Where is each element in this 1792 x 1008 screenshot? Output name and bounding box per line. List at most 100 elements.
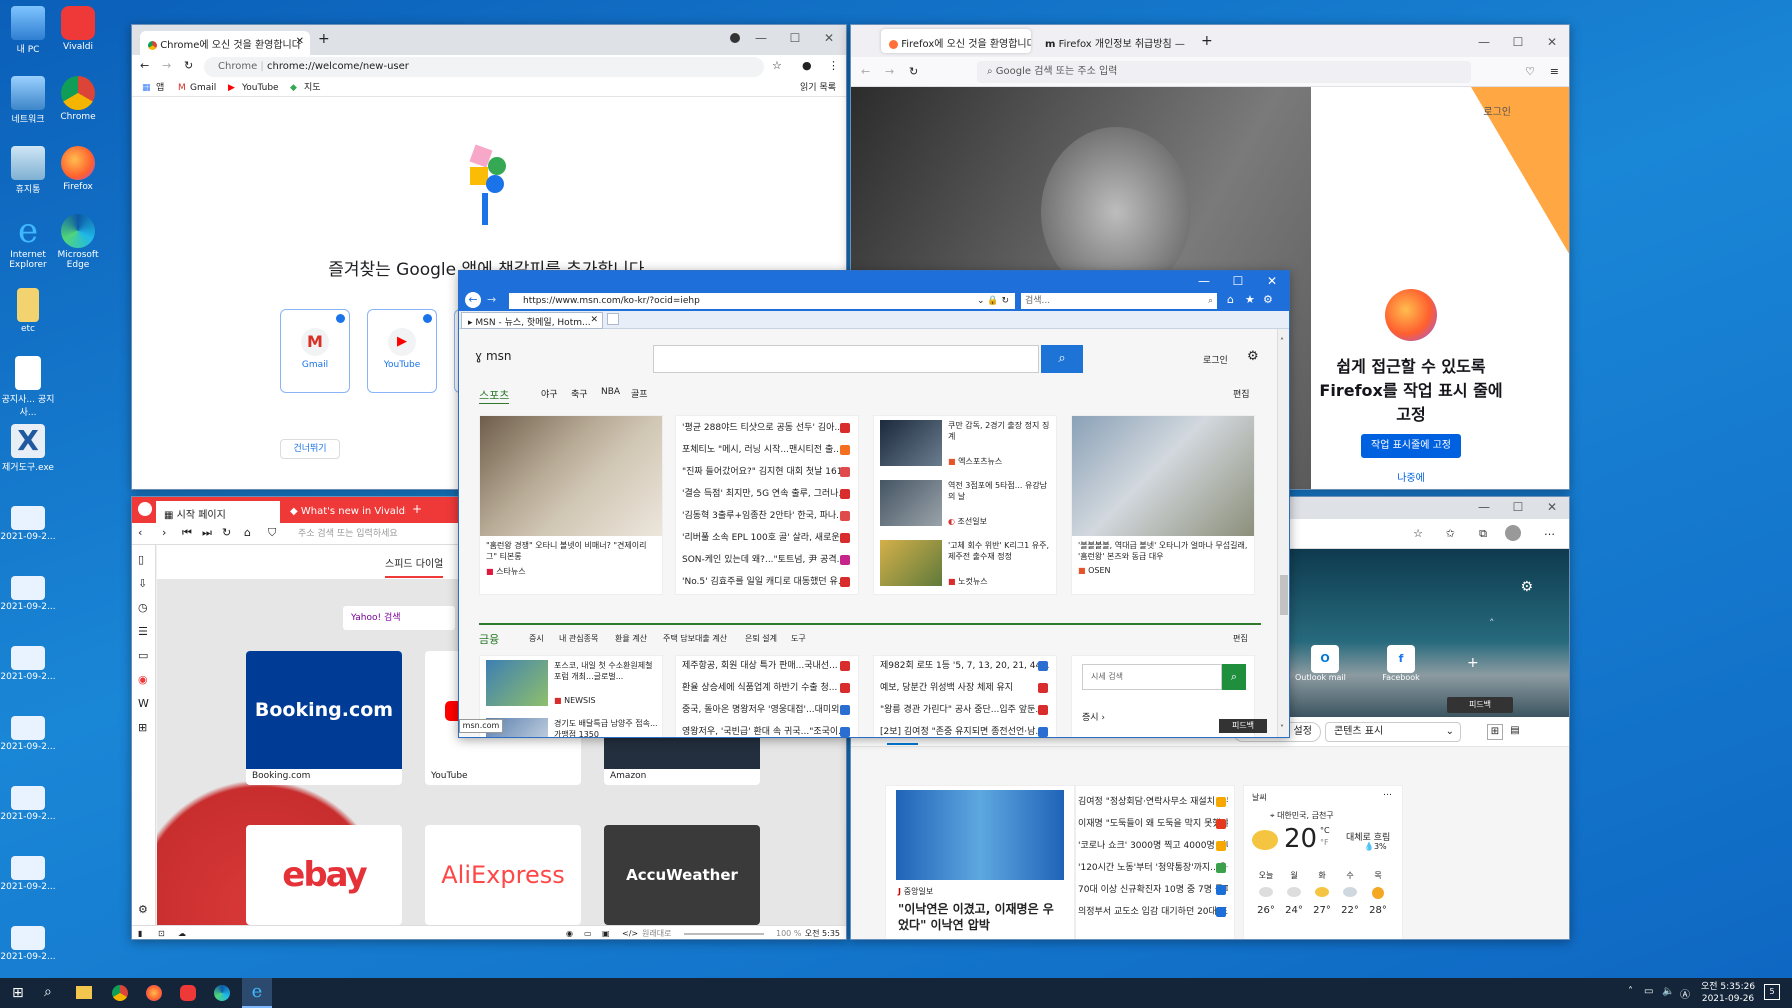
search-icon[interactable]: ⌕	[1208, 293, 1213, 309]
news-row[interactable]: '리버풀 소속 EPL 100호 골' 살라, 새로운...	[682, 528, 852, 549]
forward-arrow-icon[interactable]: →	[885, 65, 894, 78]
add-shortcut-icon[interactable]: +	[1467, 655, 1479, 671]
desktop-icon-etc[interactable]: etc	[0, 288, 56, 334]
desktop-icon-remover[interactable]: X 제거도구.exe	[0, 424, 56, 473]
news-title[interactable]: '고체 회수 위반' K리그1 유주, 제주전 출수재 정정	[948, 540, 1052, 562]
forward-arrow-icon[interactable]: ›	[162, 526, 166, 539]
scrollbar-thumb[interactable]	[1280, 575, 1288, 615]
minimize-button[interactable]: —	[1467, 29, 1501, 55]
desktop-icon-edge[interactable]: Microsoft Edge	[50, 214, 106, 270]
news-title[interactable]: 역전 3점포에 5타점... 유강남의 날	[948, 480, 1052, 502]
new-tab-button[interactable]: +	[412, 502, 422, 516]
vivaldi-panel-icon[interactable]: ◉	[138, 673, 148, 686]
desktop-icon-screenshot[interactable]: 2021-09-2...	[0, 856, 56, 892]
more-icon[interactable]: …	[1544, 525, 1555, 538]
sports-link[interactable]: 축구	[571, 387, 588, 400]
sports-link[interactable]: 야구	[541, 387, 558, 400]
edit-link[interactable]: 편집	[1233, 633, 1248, 644]
bookmark-youtube[interactable]: YouTube	[242, 79, 279, 97]
desktop-icon-screenshot[interactable]: 2021-09-2...	[0, 716, 56, 752]
forward-arrow-icon[interactable]: →	[487, 293, 496, 306]
bookmarks-icon[interactable]: ▯	[138, 553, 144, 566]
sports-card-2[interactable]: '볼볼볼볼, 역대급 볼넷' 오타니가 얼마나 무섭길래, '홈런왕' 본즈와 …	[1071, 415, 1255, 595]
news-row[interactable]: "진짜 들어갔어요?" 김지현 대회 첫날 161...	[682, 462, 852, 483]
reload-icon[interactable]: ↻	[222, 526, 231, 539]
chrome-tab-welcome[interactable]: Chrome에 오신 것을 환영합니다 ✕	[140, 31, 310, 55]
edit-link[interactable]: 편집	[1233, 387, 1250, 400]
pocket-icon[interactable]: ♡	[1525, 65, 1535, 78]
grid-view-icon[interactable]: ⊞	[1487, 724, 1503, 740]
maximize-button[interactable]: ☐	[1501, 29, 1535, 55]
close-tab-icon[interactable]: ✕	[296, 36, 304, 47]
ie-address-bar[interactable]: https://www.msn.com/ko-kr/?ocid=iehp ⌄ 🔒…	[509, 293, 1015, 309]
app-card-gmail[interactable]: M Gmail	[280, 309, 350, 393]
back-arrow-icon[interactable]: ‹	[138, 526, 142, 539]
close-button[interactable]: ✕	[812, 25, 846, 51]
settings-icon[interactable]: ⚙	[1520, 579, 1533, 595]
rewind-icon[interactable]: ⏮	[182, 526, 192, 540]
zoom-reset[interactable]: 원래대로	[642, 926, 671, 939]
ie-scrollbar[interactable]: ˄ ˅	[1277, 329, 1289, 737]
speed-dial-tab[interactable]: 스피드 다이얼	[385, 555, 444, 578]
close-tab-icon[interactable]: ✕	[590, 315, 598, 325]
news-row[interactable]: 중국, 돌아온 명왕저우 '영웅대접'...대미외...	[682, 700, 852, 721]
vivaldi-tab-start[interactable]: ▦ 시작 페이지	[156, 501, 280, 523]
news-row[interactable]: 포체티노 "메시, 러닝 시작...맨시티전 출...	[682, 440, 852, 461]
profile-status-icon[interactable]	[730, 33, 740, 43]
quote-search-input[interactable]: 시세 검색	[1082, 664, 1222, 690]
sports-link[interactable]: 골프	[631, 387, 648, 400]
msn-login[interactable]: 로그인	[1203, 353, 1228, 366]
desktop-icon-screenshot[interactable]: 2021-09-2...	[0, 576, 56, 612]
camera-icon[interactable]: ◉	[566, 926, 573, 939]
speed-dial-accuweather[interactable]: AccuWeather	[604, 825, 760, 925]
tiling-icon[interactable]: ⊡	[158, 926, 165, 939]
zoom-slider[interactable]	[684, 933, 764, 935]
sports-card-1[interactable]: "홈런왕 경쟁" 오타니 볼넷이 비매너? "견제이리그" 티본롱 ■ 스타뉴스	[479, 415, 663, 595]
vivaldi-tab-whats-new[interactable]: ◆ What's new in Vivaldi | Viva	[282, 501, 406, 523]
favorites-star-icon[interactable]: ★	[1245, 293, 1255, 306]
news-row[interactable]: '평균 288야드 티샷으로 공동 선두' 김아...	[682, 418, 852, 439]
news-row[interactable]: '결승 득점' 최지만, 5G 연속 출루, 그러나...	[682, 484, 852, 505]
new-tab-button[interactable]: +	[318, 31, 330, 47]
stocks-link[interactable]: 증시 ›	[1082, 710, 1105, 723]
more-icon[interactable]: …	[1383, 788, 1392, 798]
apps-grid-icon[interactable]: ▦	[142, 79, 151, 97]
finance-link[interactable]: 은퇴 설계	[745, 633, 777, 644]
desktop-icon-network[interactable]: 네트워크	[0, 76, 56, 125]
finance-link[interactable]: 도구	[791, 633, 806, 644]
collections-icon[interactable]: ⧉	[1479, 527, 1487, 541]
downloads-icon[interactable]: ⇩	[138, 577, 147, 590]
notification-icon[interactable]: 5	[1764, 984, 1780, 1000]
msn-search-input[interactable]	[653, 345, 1039, 373]
desktop-icon-chrome[interactable]: Chrome	[50, 76, 106, 122]
shortcut-outlook[interactable]: O Outlook mail	[1295, 645, 1346, 682]
desktop-icon-vivaldi[interactable]: Vivaldi	[50, 6, 106, 52]
firefox-tab-welcome[interactable]: Firefox에 오신 것을 환영합니다	[881, 29, 1031, 53]
msn-logo[interactable]: ɣ msn	[475, 349, 512, 363]
bookmark-maps[interactable]: 지도	[304, 79, 321, 97]
history-icon[interactable]: ◷	[138, 601, 148, 614]
desktop-icon-this-pc[interactable]: 내 PC	[0, 6, 56, 55]
news-row[interactable]: 'No.5' 김효주를 일일 캐디로 대동했던 유...	[682, 572, 852, 593]
list-view-icon[interactable]: ▤	[1507, 724, 1523, 740]
back-arrow-icon[interactable]: ←	[140, 59, 149, 72]
news-row[interactable]: 예보, 당분간 위성백 사장 체제 유지	[880, 678, 1050, 699]
desktop-icon-internet-explorer[interactable]: e Internet Explorer	[0, 214, 56, 270]
finance-link[interactable]: 환율 계산	[615, 633, 647, 644]
vivaldi-menu-icon[interactable]	[138, 502, 152, 516]
sports-label[interactable]: 스포츠	[479, 387, 510, 404]
panel-toggle-icon[interactable]: ▮	[138, 926, 142, 939]
close-button[interactable]: ✕	[1535, 29, 1569, 55]
reload-icon[interactable]: ↻	[909, 65, 918, 78]
news-row[interactable]: 제982회 로또 1등 '5, 7, 13, 20, 21, 44'...30.…	[880, 656, 1050, 677]
news-row[interactable]: 제주항공, 회원 대상 특가 판매...국내선...	[682, 656, 852, 677]
desktop-icon-firefox[interactable]: Firefox	[50, 146, 106, 192]
headline-row[interactable]: '120시간 노동'부터 '청약통장'까지...윤석열 ...	[1078, 858, 1228, 879]
chevron-up-icon[interactable]: ˄	[1628, 986, 1633, 997]
edge-weather-card[interactable]: 날씨 … ⌖ 대한민국, 금천구 20 °C °F 대체로 흐림 💧3% 오늘 2…	[1243, 785, 1403, 939]
edge-feedback-button[interactable]: 피드백	[1447, 697, 1513, 713]
msn-feedback-button[interactable]: 피드백	[1219, 719, 1267, 733]
firefox-taskbar-icon[interactable]	[146, 985, 162, 1001]
back-arrow-icon[interactable]: ←	[465, 292, 481, 308]
file-explorer-icon[interactable]	[76, 986, 92, 999]
